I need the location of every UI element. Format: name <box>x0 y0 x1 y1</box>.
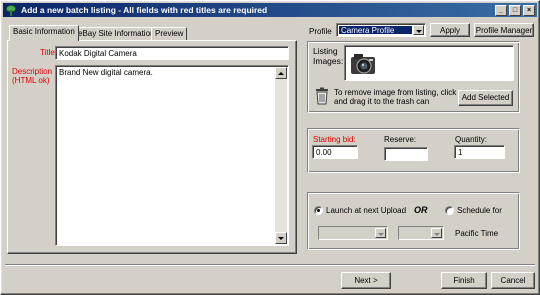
minimize-button[interactable]: _ <box>495 4 507 16</box>
finish-button[interactable]: Finish <box>441 272 487 289</box>
footer-divider <box>5 264 535 266</box>
listing-images-group: Listing Images: To remove image from lis… <box>307 41 520 113</box>
profile-label: Profile <box>309 27 332 36</box>
next-button[interactable]: Next > <box>341 272 391 289</box>
launch-next-upload-radio[interactable] <box>314 206 323 215</box>
basic-information-panel: Title Kodak Digital Camera Description (… <box>7 40 297 254</box>
launch-next-upload-label[interactable]: Launch at next Upload <box>326 206 406 215</box>
pricing-group: Starting bid: 0.00 Reserve: Quantity: 1 <box>307 128 520 173</box>
description-html-ok-label: (HTML ok) <box>12 76 50 85</box>
scroll-down-icon[interactable] <box>275 232 287 244</box>
chevron-down-icon[interactable] <box>375 228 386 238</box>
quantity-value: 1 <box>458 148 463 157</box>
schedule-group: Launch at next Upload OR Schedule for Pa… <box>307 192 520 250</box>
title-bar[interactable]: Add a new batch listing - All fields wit… <box>3 3 537 17</box>
camera-thumbnail-icon[interactable] <box>347 48 379 78</box>
reserve-input[interactable] <box>384 147 428 161</box>
remove-image-hint: To remove image from listing, click <box>334 88 457 97</box>
chevron-down-icon[interactable] <box>431 228 442 238</box>
schedule-date-select[interactable] <box>318 226 388 240</box>
description-value: Brand New digital camera. <box>59 68 153 77</box>
schedule-time-select[interactable] <box>398 226 444 240</box>
starting-bid-value: 0.00 <box>316 148 332 157</box>
description-textarea[interactable]: Brand New digital camera. <box>55 65 289 246</box>
title-input-value: Kodak Digital Camera <box>59 49 137 58</box>
schedule-date-value <box>319 227 325 231</box>
chevron-down-icon[interactable] <box>413 25 424 35</box>
description-scrollbar[interactable] <box>275 67 287 244</box>
pacific-time-label: Pacific Time <box>455 229 499 238</box>
title-input[interactable]: Kodak Digital Camera <box>55 46 289 60</box>
listing-images-drop-area[interactable] <box>344 45 514 81</box>
batch-listing-window: Add a new batch listing - All fields wit… <box>0 0 540 295</box>
close-button[interactable]: × <box>523 4 535 16</box>
quantity-input[interactable]: 1 <box>454 145 505 159</box>
or-label: OR <box>414 205 428 215</box>
starting-bid-label: Starting bid: <box>313 135 356 144</box>
add-selected-button[interactable]: Add Selected <box>458 90 513 106</box>
tab-preview[interactable]: Preview <box>151 27 188 41</box>
profile-select-value: Camera Profile <box>339 26 412 35</box>
trash-can-icon[interactable] <box>315 87 329 105</box>
profile-manager-button[interactable]: Profile Manager <box>474 23 534 37</box>
profile-select[interactable]: Camera Profile <box>336 23 426 37</box>
remove-image-hint-2: and drag it to the trash can <box>334 97 430 106</box>
description-label: Description <box>12 67 53 76</box>
window-title: Add a new batch listing - All fields wit… <box>21 5 268 15</box>
starting-bid-input[interactable]: 0.00 <box>312 145 358 159</box>
listing-images-label: Listing <box>313 46 338 56</box>
scroll-up-icon[interactable] <box>275 67 287 79</box>
schedule-time-value <box>399 227 405 231</box>
title-label: Title <box>40 48 55 57</box>
reserve-label: Reserve: <box>384 135 417 144</box>
maximize-button[interactable]: □ <box>509 4 521 16</box>
listing-images-label-2: Images: <box>313 56 344 66</box>
quantity-label: Quantity: <box>455 135 488 144</box>
reserve-value <box>385 148 391 152</box>
apply-button[interactable]: Apply <box>430 23 470 37</box>
app-leaf-icon <box>5 4 17 16</box>
cancel-button[interactable]: Cancel <box>491 272 535 289</box>
schedule-for-label[interactable]: Schedule for <box>457 206 502 215</box>
tab-basic-information[interactable]: Basic Information <box>9 25 79 41</box>
schedule-for-radio[interactable] <box>445 206 454 215</box>
tab-ebay-site-information[interactable]: eBay Site Information <box>74 27 159 41</box>
